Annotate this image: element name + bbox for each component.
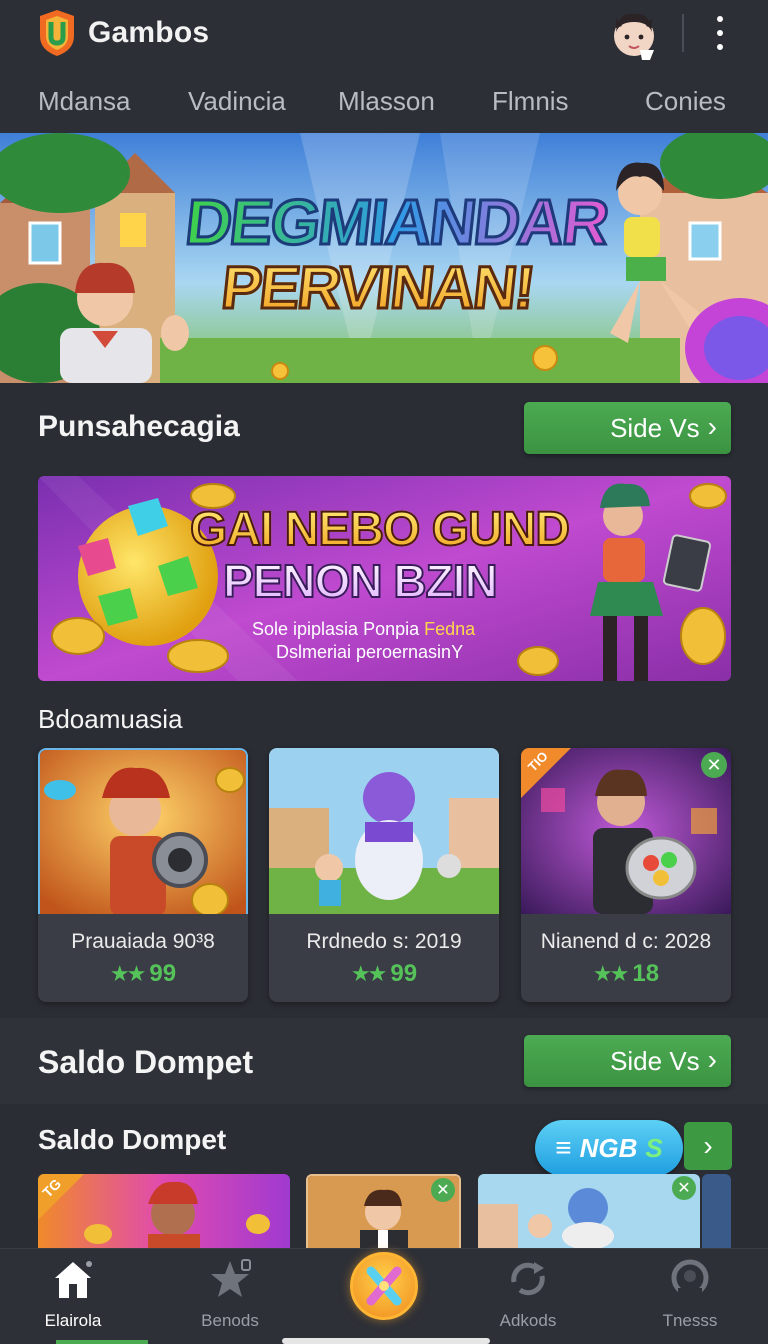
balance-pill-suffix: S (645, 1132, 663, 1163)
nav-profile-label: Tnesss (662, 1311, 718, 1330)
hero-banner[interactable]: DEGMIANDAR PERVINAN! (0, 133, 768, 383)
wallet-game-thumb-4[interactable] (702, 1174, 731, 1250)
more-menu-icon[interactable] (707, 16, 733, 50)
nav-bonus-label: Benods (201, 1311, 259, 1330)
rating-value-2: 99 (390, 960, 418, 987)
tab-mdansa[interactable]: Mdansa (38, 86, 131, 117)
game-thumbnail-3: TIO ✕ (521, 748, 731, 914)
game-thumbnail-1 (38, 748, 248, 914)
star-icon (211, 1259, 251, 1297)
game-card-2[interactable]: Rrdnedo s: 2019 ★★ 99 (269, 748, 499, 1002)
game-rating-3: ★★ 18 (521, 960, 731, 988)
rating-value-1: 99 (149, 960, 177, 987)
tab-conies[interactable]: Conies (645, 86, 726, 117)
section-title-games: Bdoamuasia (38, 704, 183, 734)
chevron-right-icon: › (707, 411, 717, 442)
header-divider (682, 14, 684, 52)
menu-lines-icon: ≡ (555, 1132, 572, 1163)
tab-mlasson[interactable]: Mlasson (338, 86, 435, 117)
game-title-3: Nianend d c: 2028 (540, 930, 712, 953)
center-x-icon (366, 1266, 402, 1306)
promo-subtitle-1-text: Sole ipiplasia Ponpia (252, 619, 420, 639)
tab-vadincia[interactable]: Vadincia (188, 86, 286, 117)
see-all-button-1[interactable]: Side Vs › (524, 402, 731, 454)
promo-banner[interactable]: GAI NEBO GUND PENON BZIN Sole ipiplasia … (38, 476, 731, 681)
hero-headline-2: PERVINAN! (217, 253, 538, 323)
rating-value-3: 18 (632, 960, 660, 987)
game-title-1: Prauaiada 90³8 (71, 930, 215, 953)
promo-subtitle-1-accent: Fedna (424, 619, 476, 639)
chevron-right-icon[interactable]: › (684, 1122, 732, 1170)
sync-icon (511, 1262, 545, 1296)
game-title-2: Rrdnedo s: 2019 (306, 930, 462, 953)
wallet-game-thumb-1[interactable]: TG (38, 1174, 290, 1250)
balance-pill-label: NGB (579, 1132, 638, 1163)
app-name: Gambos (88, 16, 210, 49)
app-logo-icon (40, 10, 74, 56)
close-icon[interactable]: ✕ (672, 1176, 696, 1200)
nav-activity[interactable]: Adkods (473, 1258, 583, 1331)
star-icon: ★★ (350, 961, 387, 986)
nav-active-indicator (56, 1340, 148, 1344)
nav-activity-label: Adkods (499, 1311, 557, 1330)
wallet-game-thumb-2[interactable]: ✕ (306, 1174, 461, 1250)
wallet-game-thumb-3[interactable]: ✕ (478, 1174, 700, 1250)
system-home-indicator[interactable] (282, 1338, 490, 1344)
brand[interactable]: Gambos (38, 10, 209, 56)
promo-subtitle-2: Dslmeriai peroernasinY (276, 642, 464, 662)
game-rating-1: ★★ 99 (38, 960, 248, 988)
section-title-wallet: Saldo Dompet (38, 1044, 254, 1080)
app-header: Gambos Mdansa Vadincia Mlasson Flmnis Co… (0, 0, 768, 133)
game-card-1[interactable]: Prauaiada 90³8 ★★ 99 (38, 748, 248, 1002)
see-all-label-1: Side Vs (610, 412, 700, 443)
nav-profile[interactable]: Tnesss (635, 1258, 745, 1331)
nav-home[interactable]: Elairola (18, 1258, 128, 1331)
promo-headline-2: PENON BZIN (222, 554, 499, 608)
promo-subtitle-1: Sole ipiplasia Ponpia Fedna (252, 619, 475, 640)
game-rating-2: ★★ 99 (269, 960, 499, 988)
section-title-featured: Punsahecagia (38, 410, 240, 443)
user-avatar[interactable] (610, 10, 658, 60)
nav-bonus[interactable]: Benods (175, 1258, 285, 1331)
close-icon[interactable]: ✕ (701, 752, 727, 778)
game-thumbnail-2 (269, 748, 499, 914)
close-icon[interactable]: ✕ (431, 1178, 455, 1202)
star-icon: ★★ (109, 961, 146, 986)
see-all-button-2[interactable]: Side Vs › (524, 1035, 731, 1087)
section-title-wallet-2: Saldo Dompet (38, 1124, 227, 1155)
star-icon: ★★ (592, 961, 629, 986)
see-all-label-2: Side Vs (610, 1045, 700, 1076)
home-icon (55, 1261, 92, 1298)
profile-icon (671, 1259, 709, 1300)
chevron-right-icon: › (707, 1044, 717, 1075)
balance-pill[interactable]: ≡ NGB S (535, 1120, 683, 1176)
tab-flmnis[interactable]: Flmnis (492, 86, 569, 117)
game-card-3[interactable]: TIO ✕ Nianend d c: 2028 ★★ 18 (521, 748, 731, 1002)
category-tabs: Mdansa Vadincia Mlasson Flmnis Conies (0, 86, 768, 126)
nav-home-label: Elairola (44, 1311, 102, 1330)
hero-headline-1: DEGMIANDAR (181, 185, 612, 260)
promo-headline-1: GAI NEBO GUND (189, 502, 571, 557)
nav-center-button[interactable] (350, 1252, 418, 1320)
